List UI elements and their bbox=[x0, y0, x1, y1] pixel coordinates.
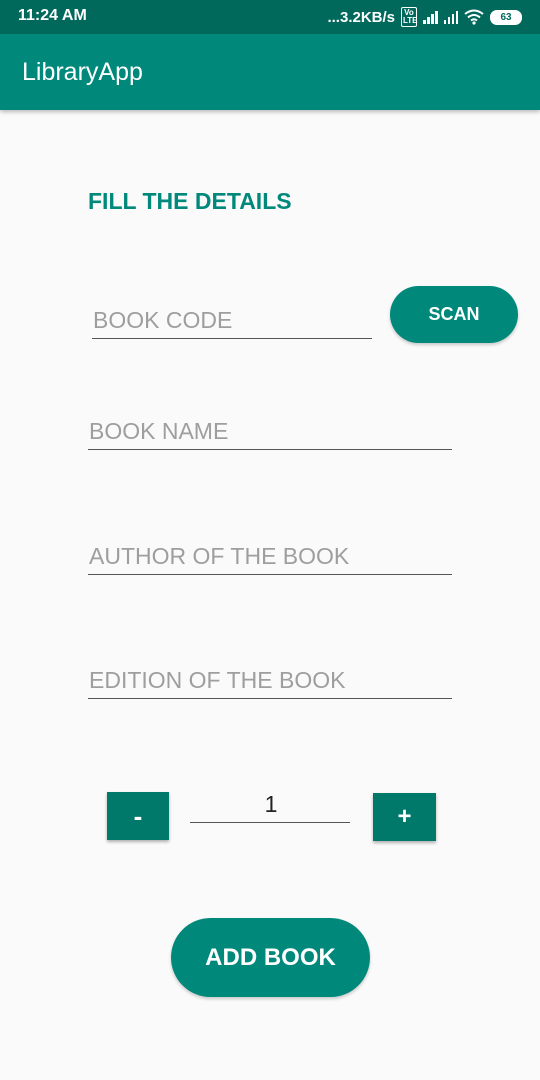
edition-field bbox=[88, 662, 453, 699]
signal-icon bbox=[423, 10, 438, 24]
book-code-field bbox=[92, 302, 373, 339]
quantity-field bbox=[190, 786, 351, 823]
app-bar: LibraryApp bbox=[0, 34, 540, 110]
book-name-input[interactable] bbox=[88, 413, 453, 449]
battery-icon: 63 bbox=[490, 9, 522, 25]
status-bar: 11:24 AM ...3.2KB/s Vo LTE 63 bbox=[0, 0, 540, 34]
scan-button[interactable]: SCAN bbox=[390, 286, 518, 343]
form-heading: FILL THE DETAILS bbox=[88, 188, 292, 214]
status-time: 11:24 AM bbox=[18, 7, 87, 24]
edition-input[interactable] bbox=[88, 662, 453, 698]
quantity-input[interactable] bbox=[190, 786, 351, 822]
author-field bbox=[88, 538, 453, 575]
increment-button[interactable]: + bbox=[373, 793, 436, 841]
add-book-button[interactable]: ADD BOOK bbox=[171, 918, 370, 997]
book-code-input[interactable] bbox=[92, 302, 373, 338]
status-icons: ...3.2KB/s Vo LTE 63 bbox=[327, 6, 522, 28]
app-title: LibraryApp bbox=[22, 58, 143, 86]
decrement-button[interactable]: - bbox=[107, 792, 169, 840]
volte-icon: Vo LTE bbox=[401, 7, 418, 27]
signal-icon-2 bbox=[443, 10, 458, 24]
book-name-field bbox=[88, 413, 453, 450]
network-speed: ...3.2KB/s bbox=[327, 8, 395, 26]
wifi-icon bbox=[464, 9, 484, 25]
author-input[interactable] bbox=[88, 538, 453, 574]
